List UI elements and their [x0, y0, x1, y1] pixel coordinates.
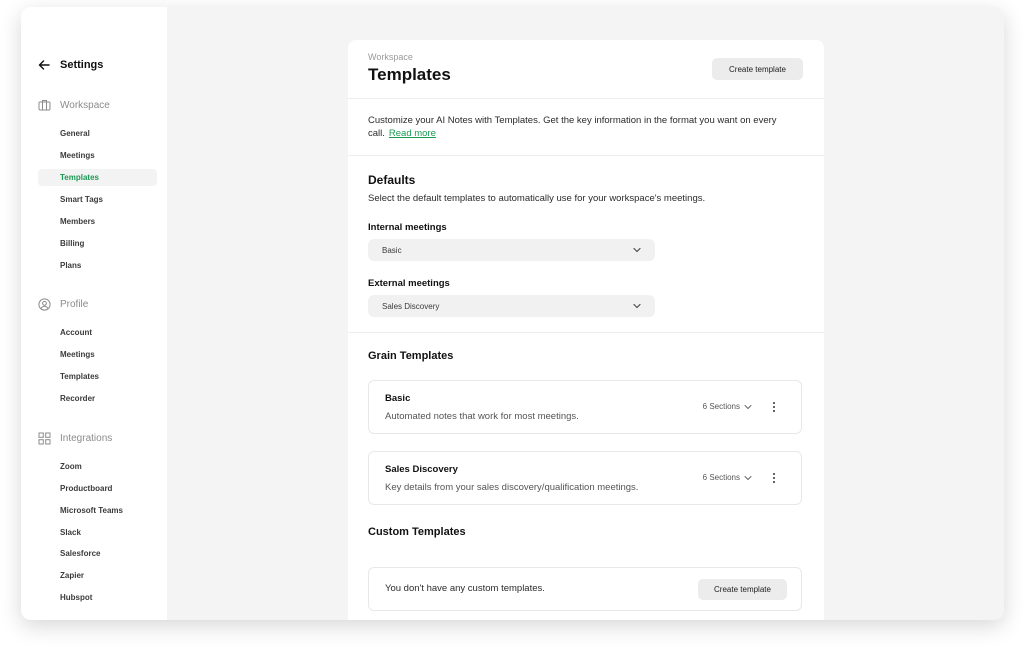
- internal-meetings-label: Internal meetings: [368, 222, 447, 233]
- template-name: Sales Discovery: [385, 464, 458, 475]
- sidebar-item-general[interactable]: General: [38, 125, 157, 142]
- sidebar-item-zapier[interactable]: Zapier: [38, 567, 157, 584]
- sidebar-item-profile-meetings[interactable]: Meetings: [38, 346, 157, 363]
- back-to-app[interactable]: Settings: [38, 59, 103, 71]
- sidebar-group-profile: Profile: [38, 298, 88, 311]
- sidebar-item-templates[interactable]: Templates: [38, 169, 157, 186]
- more-options-icon[interactable]: [771, 472, 777, 484]
- sidebar-item-zoom[interactable]: Zoom: [38, 458, 157, 475]
- sidebar-item-recorder[interactable]: Recorder: [38, 390, 157, 407]
- sidebar-group-workspace: Workspace: [38, 99, 110, 111]
- grain-templates-title: Grain Templates: [368, 350, 454, 362]
- template-card-basic[interactable]: Basic Automated notes that work for most…: [368, 380, 802, 434]
- settings-sidebar: Settings Workspace General Meetings Temp…: [21, 7, 167, 620]
- external-meetings-label: External meetings: [368, 278, 450, 289]
- read-more-link[interactable]: Read more: [389, 128, 436, 139]
- sidebar-item-hubspot[interactable]: Hubspot: [38, 589, 157, 606]
- external-meetings-value: Sales Discovery: [382, 301, 440, 311]
- sections-dropdown[interactable]: 6 Sections: [703, 402, 752, 411]
- internal-meetings-value: Basic: [382, 245, 402, 255]
- chevron-down-icon: [633, 247, 641, 253]
- custom-templates-title: Custom Templates: [368, 526, 466, 538]
- defaults-description: Select the default templates to automati…: [368, 193, 706, 204]
- sidebar-item-productboard[interactable]: Productboard: [38, 480, 157, 497]
- external-meetings-select[interactable]: Sales Discovery: [368, 295, 655, 317]
- page-title: Templates: [368, 65, 451, 84]
- sidebar-item-meetings[interactable]: Meetings: [38, 147, 157, 164]
- sidebar-item-members[interactable]: Members: [38, 213, 157, 230]
- breadcrumb: Workspace: [368, 52, 413, 62]
- template-name: Basic: [385, 393, 411, 404]
- grid-icon: [38, 432, 51, 445]
- sections-dropdown[interactable]: 6 Sections: [703, 473, 752, 482]
- arrow-left-icon[interactable]: [38, 59, 50, 71]
- create-template-button[interactable]: Create template: [712, 58, 803, 80]
- briefcase-icon: [38, 100, 51, 111]
- sidebar-group-label: Integrations: [60, 433, 113, 444]
- sidebar-item-salesforce[interactable]: Salesforce: [38, 545, 157, 562]
- templates-panel: Workspace Templates Create template Cust…: [348, 40, 824, 620]
- chevron-down-icon: [744, 475, 752, 480]
- template-description: Key details from your sales discovery/qu…: [385, 482, 639, 493]
- divider: [348, 332, 824, 333]
- settings-title: Settings: [60, 59, 104, 71]
- sidebar-item-smart-tags[interactable]: Smart Tags: [38, 191, 157, 208]
- template-card-sales-discovery[interactable]: Sales Discovery Key details from your sa…: [368, 451, 802, 505]
- more-options-icon[interactable]: [771, 401, 777, 413]
- custom-templates-empty-state: You don't have any custom templates. Cre…: [368, 567, 802, 611]
- divider: [348, 155, 824, 156]
- chevron-down-icon: [744, 404, 752, 409]
- sidebar-group-label: Workspace: [60, 99, 110, 111]
- sidebar-group-integrations: Integrations: [38, 432, 112, 445]
- defaults-title: Defaults: [368, 173, 416, 187]
- sidebar-item-slack[interactable]: Slack: [38, 524, 157, 541]
- chevron-down-icon: [633, 303, 641, 309]
- intro-text: Customize your AI Notes with Templates. …: [368, 114, 798, 140]
- app-window: Settings Workspace General Meetings Temp…: [21, 7, 1004, 620]
- sidebar-item-microsoft-teams[interactable]: Microsoft Teams: [38, 502, 157, 519]
- sections-count: 6 Sections: [702, 402, 740, 411]
- sidebar-item-account[interactable]: Account: [38, 324, 157, 341]
- template-description: Automated notes that work for most meeti…: [385, 411, 579, 422]
- internal-meetings-select[interactable]: Basic: [368, 239, 655, 261]
- create-custom-template-button[interactable]: Create template: [698, 579, 787, 600]
- user-circle-icon: [38, 298, 51, 311]
- sidebar-item-billing[interactable]: Billing: [38, 235, 157, 252]
- empty-state-text: You don't have any custom templates.: [385, 583, 545, 594]
- divider: [348, 98, 824, 99]
- sections-count: 6 Sections: [702, 473, 740, 482]
- sidebar-group-label: Profile: [60, 299, 89, 310]
- sidebar-item-plans[interactable]: Plans: [38, 257, 157, 274]
- sidebar-item-profile-templates[interactable]: Templates: [38, 368, 157, 385]
